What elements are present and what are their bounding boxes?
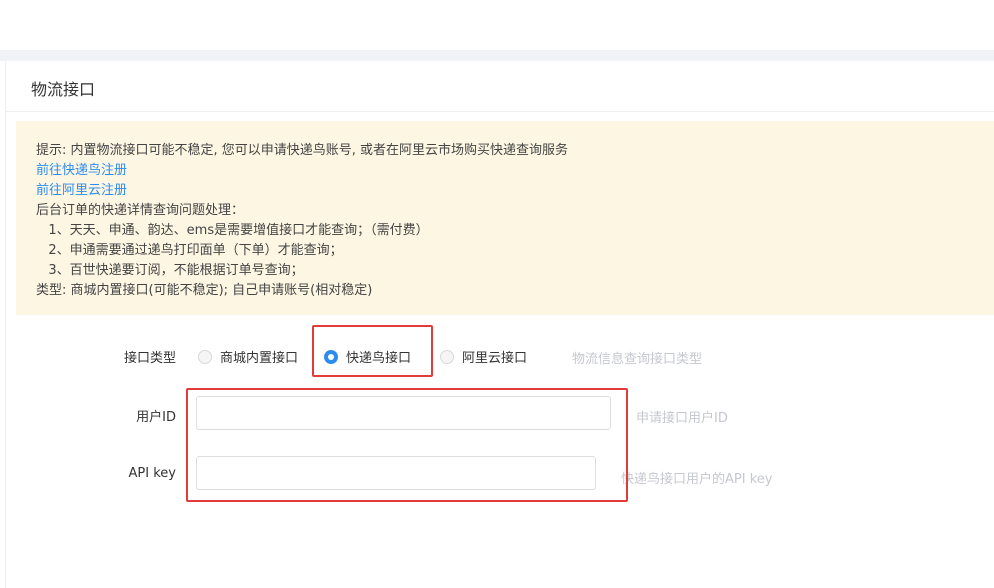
notice-box: 提示: 内置物流接口可能不稳定, 您可以申请快递鸟账号, 或者在阿里云市场购买快… xyxy=(16,121,994,315)
user-id-label: 用户ID xyxy=(136,410,176,425)
notice-intro: 提示: 内置物流接口可能不稳定, 您可以申请快递鸟账号, 或者在阿里云市场购买快… xyxy=(36,143,569,158)
radio-aliyun-circle[interactable] xyxy=(440,349,454,364)
radio-builtin-label: 商城内置接口 xyxy=(220,351,299,366)
api-key-hint: 快递鸟接口用户的API key xyxy=(621,472,773,487)
logistics-panel: 物流接口 提示: 内置物流接口可能不稳定, 您可以申请快递鸟账号, 或者在阿里云… xyxy=(5,61,994,588)
top-gap xyxy=(0,50,994,61)
interface-type-label: 接口类型 xyxy=(123,351,176,366)
api-key-label: API key xyxy=(128,466,176,481)
aliyun-register-link[interactable]: 前往阿里云注册 xyxy=(36,181,994,201)
notice-item-1: 1、天天、申通、韵达、ems是需要增值接口才能查询；（需付费） xyxy=(36,223,429,238)
highlight-box-credentials xyxy=(186,388,628,502)
radio-builtin[interactable]: 商城内置接口 xyxy=(198,347,298,366)
panel-header: 物流接口 xyxy=(6,61,994,112)
notice-types: 类型: 商城内置接口(可能不稳定); 自己申请账号(相对稳定) xyxy=(36,283,373,298)
kdniao-register-link[interactable]: 前往快递鸟注册 xyxy=(36,161,994,181)
radio-aliyun[interactable]: 阿里云接口 xyxy=(440,347,527,366)
notice-section: 后台订单的快递详情查询问题处理： xyxy=(36,203,245,218)
interface-type-hint: 物流信息查询接口类型 xyxy=(572,352,703,367)
panel-title: 物流接口 xyxy=(31,80,96,99)
radio-aliyun-label: 阿里云接口 xyxy=(462,351,528,366)
radio-builtin-circle[interactable] xyxy=(198,349,212,364)
notice-item-3: 3、百世快递要订阅，不能根据订单号查询； xyxy=(36,263,304,278)
top-bar xyxy=(0,0,994,51)
user-id-hint: 申请接口用户ID xyxy=(636,411,728,426)
notice-item-2: 2、申通需要通过递鸟打印面单（下单）才能查询； xyxy=(36,243,343,258)
highlight-box-kdniao xyxy=(312,325,433,377)
